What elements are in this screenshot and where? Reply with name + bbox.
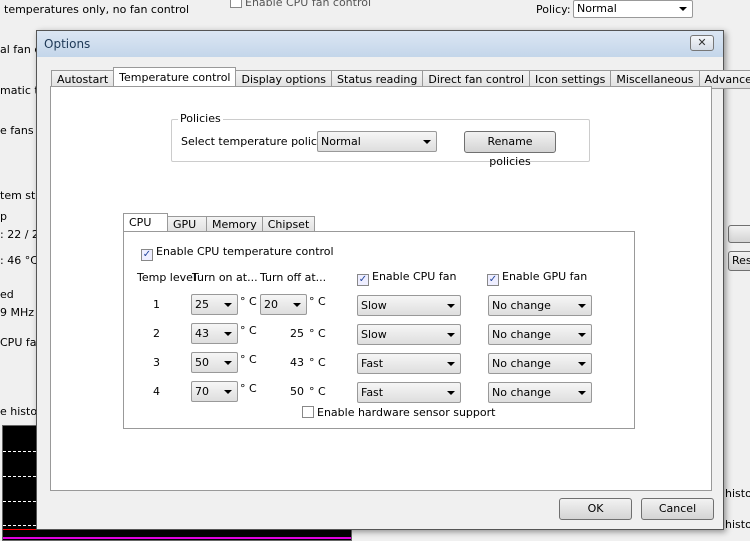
- gpu-fan-select[interactable]: No change: [488, 353, 592, 374]
- options-dialog: Options ✕ Autostart Temperature control …: [36, 30, 750, 530]
- rename-policies-button[interactable]: Rename policies: [464, 131, 556, 168]
- bg-enable-cpu-fan: Enable CPU fan control: [230, 0, 371, 9]
- bg-text: p: [0, 210, 7, 223]
- device-tabs: CPU GPU Memory Chipset: [123, 213, 316, 233]
- temp-level: 2: [153, 327, 160, 340]
- turn-on-select[interactable]: 70: [191, 381, 238, 402]
- cpu-fan-select[interactable]: Fast: [357, 353, 461, 374]
- turn-on-select[interactable]: 50: [191, 352, 238, 373]
- gpu-fan-select[interactable]: No change: [488, 295, 592, 316]
- ok-button[interactable]: OK: [559, 498, 632, 520]
- policy-select-label: Select temperature policy:: [181, 135, 327, 148]
- gpu-fan-select[interactable]: No change: [488, 382, 592, 403]
- policies-group: Policies Select temperature policy: Norm…: [171, 112, 590, 168]
- temp-level: 4: [153, 385, 160, 398]
- turn-off-value: 25: [290, 327, 304, 340]
- header-turn-off: Turn off at...: [260, 271, 327, 284]
- bg-text: ed: [0, 288, 14, 301]
- unit-label: ° C: [309, 385, 326, 398]
- unit-label: ° C: [309, 356, 326, 369]
- temp-level: 3: [153, 356, 160, 369]
- unit-label: ° C: [240, 295, 257, 308]
- turn-off-value: 50: [290, 385, 304, 398]
- gpu-fan-select[interactable]: No change: [488, 324, 592, 345]
- turn-off-select[interactable]: 20: [260, 294, 307, 315]
- tab-cpu[interactable]: CPU: [123, 213, 168, 233]
- turn-off-value: 43: [290, 356, 304, 369]
- close-icon: ✕: [697, 36, 707, 49]
- cpu-fan-select[interactable]: Fast: [357, 382, 461, 403]
- unit-label: ° C: [240, 324, 257, 337]
- unit-label: ° C: [309, 295, 326, 308]
- cpu-panel: ✓ Enable CPU temperature control Temp lev…: [123, 231, 635, 429]
- bg-text: CPU fa: [0, 336, 37, 349]
- close-button[interactable]: ✕: [690, 35, 714, 51]
- unit-label: ° C: [240, 382, 257, 395]
- bg-text: 9 MHz: [0, 306, 35, 319]
- unit-label: ° C: [240, 353, 257, 366]
- bg-text: al fan c: [0, 43, 41, 56]
- enable-gpu-fan-checkbox[interactable]: ✓ Enable GPU fan: [487, 270, 587, 286]
- cpu-fan-select[interactable]: Slow: [357, 295, 461, 316]
- bg-text: : 46 °C: [0, 254, 38, 267]
- turn-on-select[interactable]: 25: [191, 294, 238, 315]
- temp-level: 1: [153, 298, 160, 311]
- hardware-sensor-checkbox[interactable]: Enable hardware sensor support: [302, 406, 495, 419]
- enable-cpu-fan-checkbox[interactable]: ✓ Enable CPU fan: [357, 270, 456, 286]
- bg-policy-select[interactable]: Normal: [573, 0, 693, 18]
- policy-select[interactable]: Normal: [317, 131, 437, 152]
- bg-text: temperatures only, no fan control: [4, 3, 190, 16]
- enable-cpu-temp-control-checkbox[interactable]: ✓ Enable CPU temperature control: [141, 245, 334, 261]
- header-turn-on: Turn on at...: [192, 271, 258, 284]
- bg-policy-label: Policy:: [536, 3, 571, 16]
- bg-reset-button[interactable]: Res: [728, 251, 750, 271]
- cpu-fan-select[interactable]: Slow: [357, 324, 461, 345]
- header-temp-level: Temp level: [137, 271, 196, 284]
- bg-text: : 22 / 2: [0, 228, 39, 241]
- cancel-button[interactable]: Cancel: [641, 498, 714, 520]
- dialog-title: Options: [37, 31, 723, 57]
- unit-label: ° C: [309, 327, 326, 340]
- turn-on-select[interactable]: 43: [191, 323, 238, 344]
- bg-text: histo: [725, 487, 750, 500]
- bg-text: histo: [725, 518, 750, 531]
- bg-button[interactable]: [728, 225, 750, 243]
- policies-label: Policies: [178, 112, 223, 125]
- temperature-control-panel: Policies Select temperature policy: Norm…: [50, 86, 712, 491]
